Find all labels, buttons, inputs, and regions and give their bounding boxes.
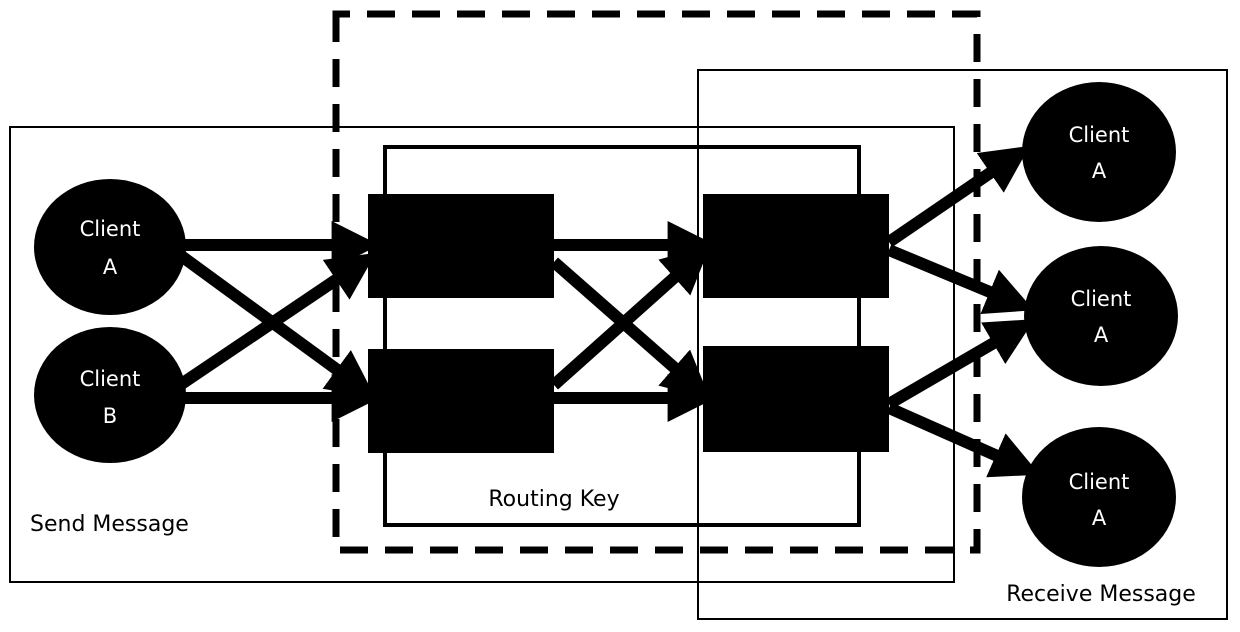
receive-message-label: Receive Message <box>1006 582 1196 607</box>
client-id: A <box>1092 506 1107 530</box>
exchange-block-1 <box>368 194 554 298</box>
sender-client-a: Client A <box>34 179 186 315</box>
client-id: A <box>1092 159 1107 183</box>
receiver-client-1: Client A <box>1022 82 1176 222</box>
client-node <box>1022 82 1176 222</box>
client-node <box>34 179 186 315</box>
send-message-label: Send Message <box>30 512 189 537</box>
message-routing-diagram: Client A Client B Client A Client A Clie… <box>9 10 1228 620</box>
sender-client-b: Client B <box>34 327 186 463</box>
client-id: A <box>103 255 118 279</box>
client-name: Client <box>1071 287 1132 311</box>
client-name: Client <box>1069 470 1130 494</box>
routing-key-label: Routing Key <box>488 487 619 512</box>
queue-block-2 <box>703 346 889 452</box>
client-name: Client <box>80 217 141 241</box>
receiver-client-3: Client A <box>1022 427 1176 567</box>
client-node <box>34 327 186 463</box>
queue-block-1 <box>703 194 889 298</box>
arrow-q2-to-receiver-2 <box>885 319 1035 410</box>
client-name: Client <box>1069 123 1130 147</box>
arrow-q1-to-receiver-1 <box>885 145 1030 247</box>
client-id: A <box>1094 323 1109 347</box>
client-node <box>1022 427 1176 567</box>
arrow-q1-to-receiver-2 <box>886 244 1034 315</box>
exchange-block-2 <box>368 349 554 453</box>
client-node <box>1024 246 1178 386</box>
client-id: B <box>103 404 117 428</box>
client-name: Client <box>80 367 141 391</box>
receiver-client-2: Client A <box>1024 246 1178 386</box>
